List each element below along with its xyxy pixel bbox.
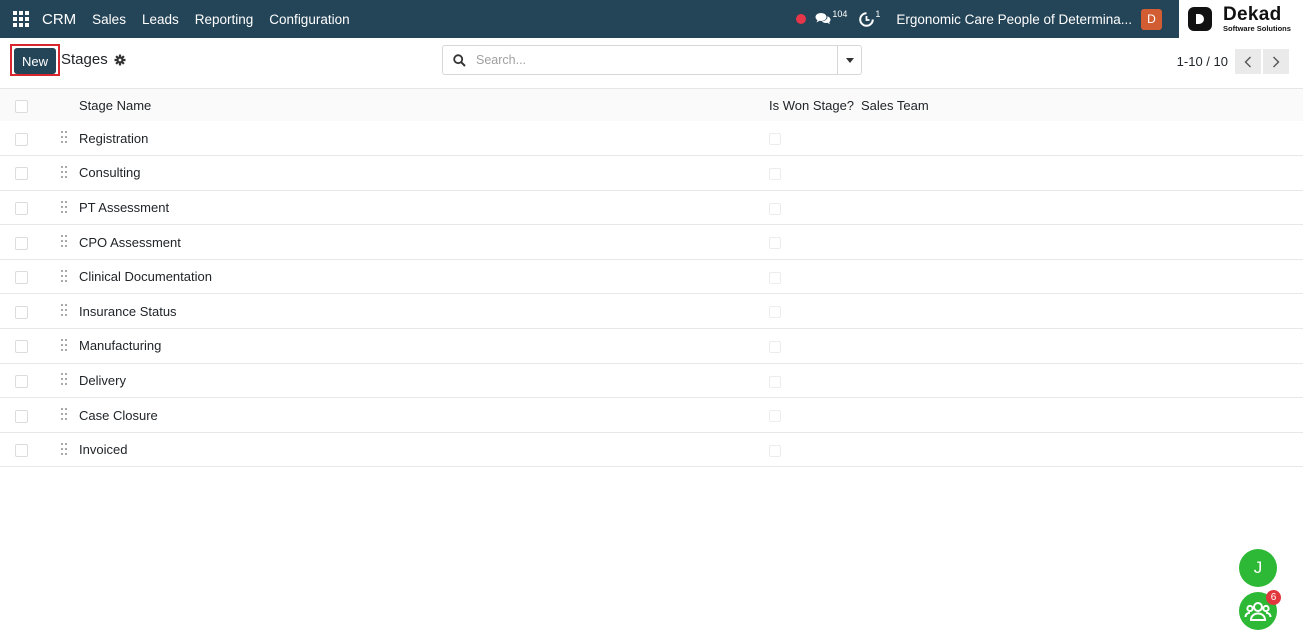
row-select-checkbox[interactable]: [15, 271, 28, 285]
drag-handle-icon[interactable]: [61, 131, 67, 146]
drag-handle-icon[interactable]: [61, 442, 67, 458]
is-won-checkbox: [769, 167, 781, 180]
table-row[interactable]: Invoiced: [0, 432, 1303, 467]
brand-logo: Dekad Software Solutions: [1179, 0, 1303, 38]
activities-button[interactable]: 1: [859, 8, 881, 27]
search-input[interactable]: [474, 52, 828, 68]
search-icon: [453, 53, 466, 67]
is-won-checkbox: [769, 340, 781, 353]
new-button[interactable]: New: [14, 48, 56, 74]
clock-icon: [859, 11, 875, 27]
main-menu: Sales Leads Reporting Configuration: [84, 12, 349, 27]
stage-name-cell: Registration: [79, 130, 149, 146]
table-row[interactable]: Insurance Status: [0, 294, 1303, 329]
list-header-row: Stage Name Is Won Stage? Sales Team: [0, 89, 1303, 121]
is-won-checkbox: [769, 410, 781, 423]
is-won-checkbox: [769, 237, 781, 250]
app-name[interactable]: CRM: [42, 11, 76, 28]
table-row[interactable]: PT Assessment: [0, 190, 1303, 225]
menu-item-reporting[interactable]: Reporting: [195, 12, 254, 27]
recording-dot-icon[interactable]: [796, 14, 807, 24]
team-notification-badge: 6: [1266, 590, 1281, 605]
chevron-left-icon: [1244, 56, 1251, 67]
pager: 1-10 / 10: [1177, 49, 1289, 74]
is-won-checkbox: [769, 271, 781, 284]
stage-name-cell: Invoiced: [79, 442, 128, 458]
search-bar: [442, 45, 862, 75]
header-is-won-stage[interactable]: Is Won Stage?: [769, 98, 854, 113]
control-panel: New Stages Search... 1-10 / 10: [0, 38, 1303, 89]
search-options-toggle[interactable]: [837, 46, 861, 74]
user-avatar[interactable]: D: [1141, 8, 1162, 30]
messages-button[interactable]: 104: [815, 9, 848, 26]
table-row[interactable]: Clinical Documentation: [0, 259, 1303, 294]
stage-name-cell: Clinical Documentation: [79, 269, 212, 285]
messages-count: 104: [832, 9, 848, 19]
menu-item-leads[interactable]: Leads: [142, 12, 179, 27]
caret-down-icon: [845, 57, 854, 63]
header-stage-name[interactable]: Stage Name: [79, 98, 151, 113]
user-bubble[interactable]: J: [1239, 549, 1277, 587]
table-row[interactable]: Registration: [0, 121, 1303, 156]
gear-icon[interactable]: [114, 54, 126, 66]
stage-name-cell: Case Closure: [79, 407, 158, 423]
row-select-checkbox[interactable]: [15, 132, 28, 146]
stage-name-cell: Insurance Status: [79, 303, 177, 319]
stage-name-cell: Delivery: [79, 372, 126, 388]
row-select-checkbox[interactable]: [15, 305, 28, 319]
drag-handle-icon[interactable]: [61, 200, 67, 216]
apps-grid-icon[interactable]: [13, 11, 29, 27]
navbar-systray: 104 1 Ergonomic Care People of Determina…: [796, 0, 1303, 38]
top-navbar: CRM Sales Leads Reporting Configuration …: [0, 0, 1303, 38]
is-won-checkbox: [769, 444, 781, 457]
header-sales-team[interactable]: Sales Team: [861, 98, 929, 113]
drag-handle-icon[interactable]: [61, 304, 67, 319]
menu-item-sales[interactable]: Sales: [92, 12, 126, 27]
row-select-checkbox[interactable]: [15, 374, 28, 388]
is-won-checkbox: [769, 133, 781, 146]
page-title: Stages: [61, 51, 108, 68]
drag-handle-icon[interactable]: [61, 269, 67, 285]
stage-name-cell: PT Assessment: [79, 199, 170, 215]
stage-name-cell: CPO Assessment: [79, 234, 181, 250]
drag-handle-icon[interactable]: [61, 235, 67, 250]
row-select-checkbox[interactable]: [15, 409, 28, 423]
row-select-checkbox[interactable]: [15, 202, 28, 216]
table-row[interactable]: Case Closure: [0, 398, 1303, 433]
select-all-checkbox[interactable]: [15, 99, 28, 113]
row-select-checkbox[interactable]: [15, 167, 28, 181]
table-row[interactable]: Consulting: [0, 156, 1303, 191]
stage-name-cell: Manufacturing: [79, 338, 162, 354]
breadcrumb: Stages: [61, 51, 126, 68]
is-won-checkbox: [769, 375, 781, 388]
activities-count: 1: [875, 8, 881, 19]
drag-handle-icon[interactable]: [61, 165, 67, 181]
brand-title: Dekad: [1223, 4, 1282, 26]
stage-name-cell: Consulting: [79, 165, 141, 181]
table-row[interactable]: CPO Assessment: [0, 225, 1303, 260]
chevron-right-icon: [1273, 56, 1280, 67]
drag-handle-icon[interactable]: [61, 338, 67, 354]
chat-icon: [815, 13, 831, 25]
is-won-checkbox: [769, 306, 781, 319]
row-select-checkbox[interactable]: [15, 340, 28, 354]
drag-handle-icon[interactable]: [61, 408, 67, 423]
table-row[interactable]: Manufacturing: [0, 329, 1303, 364]
drag-handle-icon[interactable]: [61, 373, 67, 388]
pager-next-button[interactable]: [1263, 49, 1289, 74]
stages-list: Stage Name Is Won Stage? Sales Team Regi…: [0, 89, 1303, 467]
is-won-checkbox: [769, 202, 781, 215]
brand-subtitle: Software Solutions: [1223, 24, 1291, 34]
dekad-logo-icon: [1188, 7, 1212, 31]
row-select-checkbox[interactable]: [15, 236, 28, 250]
pager-value[interactable]: 1-10 / 10: [1177, 54, 1228, 69]
table-row[interactable]: Delivery: [0, 363, 1303, 398]
company-switcher[interactable]: Ergonomic Care People of Determina...: [896, 12, 1132, 27]
row-select-checkbox[interactable]: [15, 444, 28, 458]
pager-previous-button[interactable]: [1235, 49, 1261, 74]
menu-item-configuration[interactable]: Configuration: [269, 12, 349, 27]
